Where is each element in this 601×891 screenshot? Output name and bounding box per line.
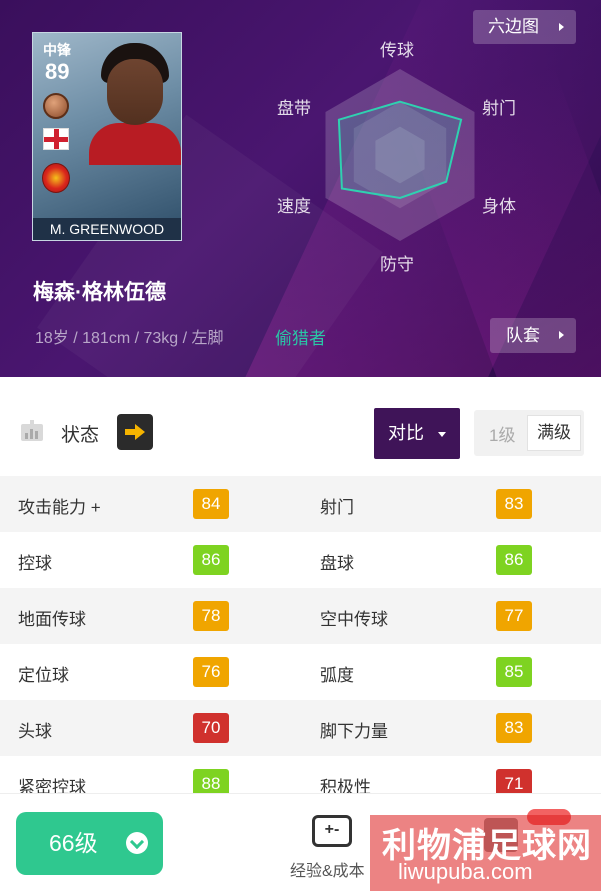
- radar-value-shape: [337, 100, 463, 200]
- caret-down-icon: [438, 432, 446, 437]
- stat-name: 脚下力量: [320, 722, 388, 741]
- radar-label-physical: 身体: [482, 197, 516, 216]
- stat-value: 86: [496, 545, 532, 575]
- stat-name[interactable]: 攻击能力 +: [18, 493, 101, 518]
- level-toggle[interactable]: 1级 满级: [474, 410, 584, 456]
- club-crest-icon: [42, 163, 70, 193]
- player-header: 中锋 89 M. GREENWOOD 六边图 传球 射门 身体 防守 速度 盘带…: [0, 0, 601, 377]
- stat-value: 83: [496, 713, 532, 743]
- radar-label-pace: 速度: [277, 197, 311, 216]
- england-flag-icon: [43, 128, 69, 150]
- player-name: 梅森·格林伍德: [33, 281, 166, 304]
- stat-value: 84: [193, 489, 229, 519]
- caret-right-icon: [559, 23, 564, 31]
- stat-row: 地面传球 78 空中传球 77: [0, 588, 601, 644]
- level-option-1[interactable]: 1级: [489, 421, 515, 446]
- stat-value: 83: [496, 489, 532, 519]
- radar-chart: 传球 射门 身体 防守 速度 盘带: [270, 30, 540, 280]
- stat-row: 控球 86 盘球 86: [0, 532, 601, 588]
- player-card[interactable]: 中锋 89 M. GREENWOOD: [32, 32, 182, 241]
- stats-table: 攻击能力 + 84 射门 83 控球 86 盘球 86 地面传球 78 空中传球…: [0, 476, 601, 812]
- stat-value: 78: [193, 601, 229, 631]
- card-name-plate: M. GREENWOOD: [33, 218, 181, 240]
- caret-right-icon: [559, 331, 564, 339]
- watermark-url: liwupuba.com: [398, 859, 533, 884]
- card-position: 中锋: [43, 42, 71, 58]
- radar-label-defending: 防守: [380, 255, 414, 274]
- stat-value: 85: [496, 657, 532, 687]
- exp-cost-label[interactable]: 经验&成本: [290, 857, 365, 881]
- status-arrow-button[interactable]: [117, 414, 153, 450]
- level-option-max[interactable]: 满级: [527, 415, 581, 451]
- radar-label-passing: 传球: [380, 41, 414, 60]
- arrow-right-icon: [125, 424, 145, 440]
- compare-label: 对比: [388, 423, 424, 443]
- stat-name: 地面传球: [18, 610, 86, 629]
- stat-name: 弧度: [320, 666, 354, 685]
- squad-kit-button[interactable]: 队套: [490, 318, 576, 353]
- chevron-down-icon: [126, 832, 148, 854]
- stat-value: 77: [496, 601, 532, 631]
- radar-label-shooting: 射门: [482, 99, 516, 118]
- status-label: 状态: [61, 425, 100, 446]
- compare-dropdown[interactable]: 对比: [374, 408, 460, 459]
- status-chart-icon: [18, 418, 46, 446]
- stat-name: 射门: [320, 498, 354, 517]
- stat-name: 控球: [18, 554, 52, 573]
- stat-row: 头球 70 脚下力量 83: [0, 700, 601, 756]
- stat-name: 定位球: [18, 666, 69, 685]
- stat-value: 70: [193, 713, 229, 743]
- stat-name: 盘球: [320, 554, 354, 573]
- stat-name: 头球: [18, 722, 52, 741]
- stat-name: 空中传球: [320, 610, 388, 629]
- level-select-button[interactable]: 66级: [16, 812, 163, 875]
- stat-row: 攻击能力 + 84 射门 83: [0, 476, 601, 532]
- stat-row: 定位球 76 弧度 85: [0, 644, 601, 700]
- radar-label-dribbling: 盘带: [277, 99, 311, 118]
- stat-value: 76: [193, 657, 229, 687]
- player-meta: 18岁 / 181cm / 73kg / 左脚: [35, 330, 224, 347]
- player-portrait: [89, 43, 181, 165]
- player-style[interactable]: 偷猎者: [275, 324, 326, 349]
- level-select-label: 66级: [49, 830, 98, 856]
- medal-icon: [43, 93, 69, 119]
- stat-value: 86: [193, 545, 229, 575]
- card-overall-rating: 89: [45, 59, 70, 84]
- exp-cost-icon[interactable]: +-: [312, 815, 352, 847]
- squad-kit-button-label: 队套: [506, 326, 540, 345]
